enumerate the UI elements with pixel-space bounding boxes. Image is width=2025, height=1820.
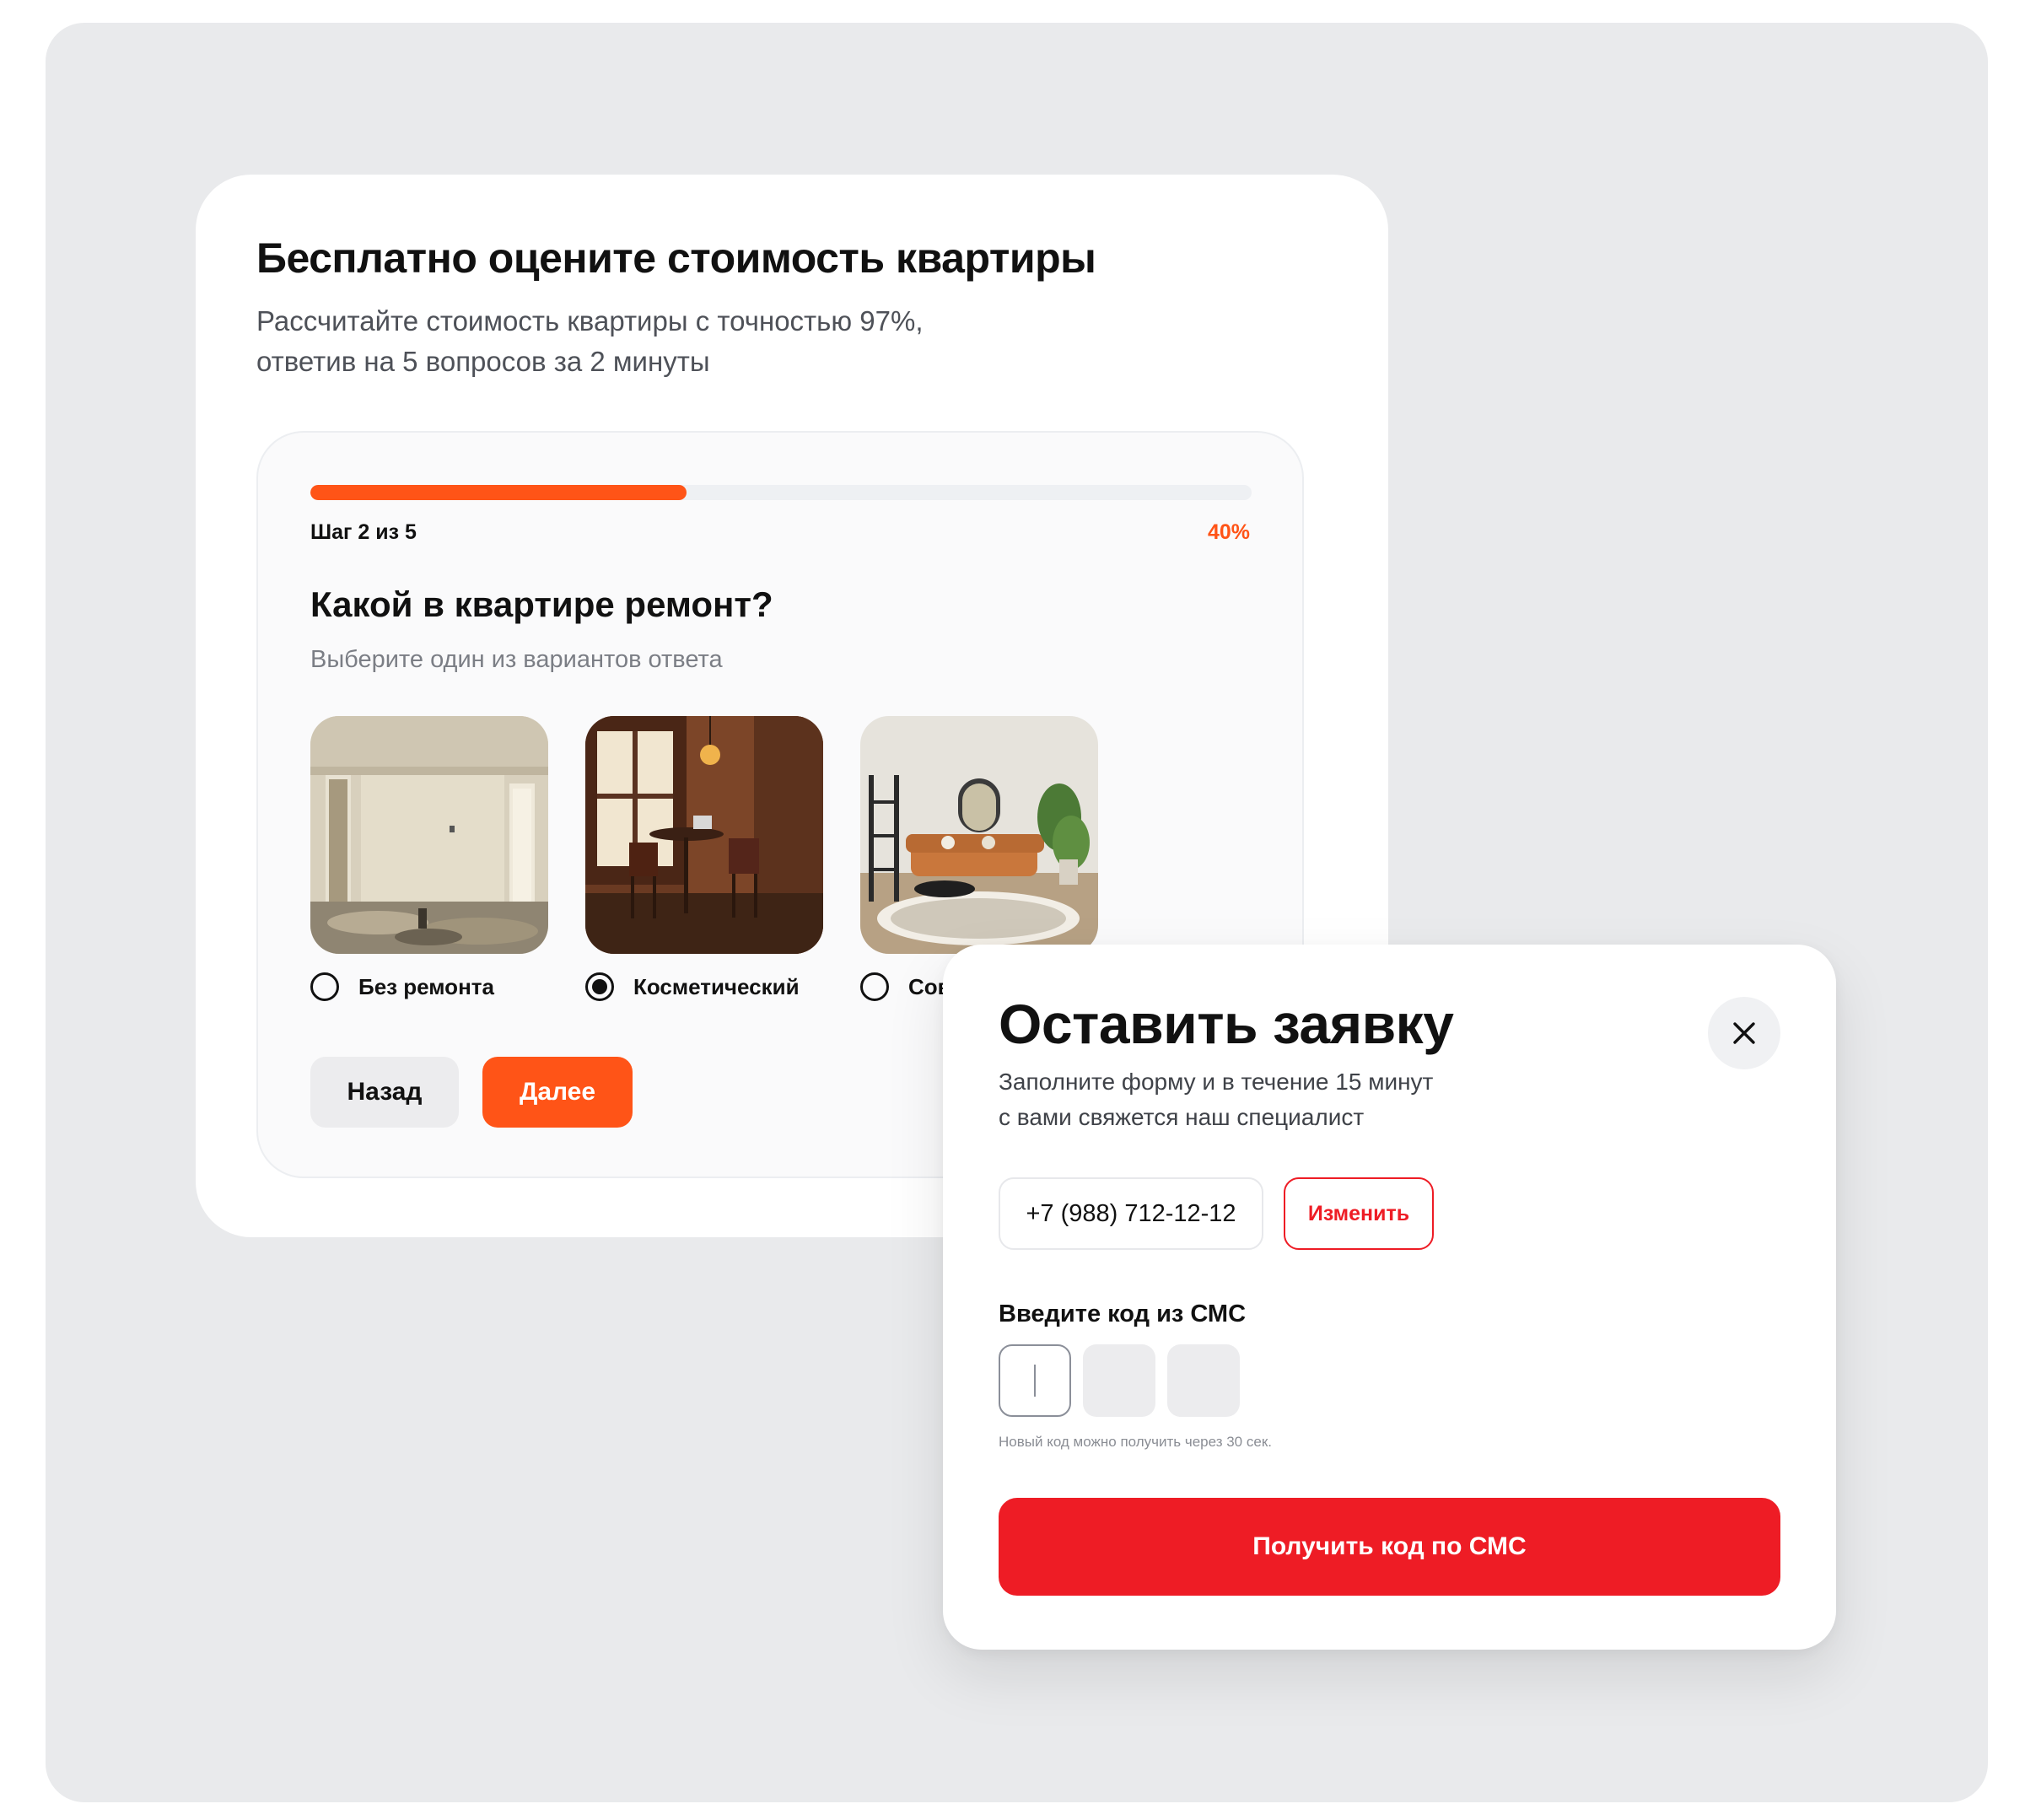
option-cosmetic[interactable]: Косметический: [585, 716, 823, 1003]
option-photo-no-renovation[interactable]: [310, 716, 548, 954]
option-photo-cosmetic[interactable]: [585, 716, 823, 954]
change-phone-button[interactable]: Изменить: [1284, 1177, 1434, 1250]
modal-subtitle-line-2: с вами свяжется наш специалист: [999, 1104, 1365, 1130]
get-sms-code-button[interactable]: Получить код по СМС: [999, 1498, 1780, 1596]
progress-percent: 40%: [1207, 520, 1250, 544]
option-no-renovation[interactable]: Без ремонта: [310, 716, 548, 1003]
progress-bar-fill: [310, 485, 687, 500]
question-hint: Выберите один из вариантов ответа: [310, 646, 723, 673]
sms-code-digit-2[interactable]: [1083, 1344, 1155, 1417]
sms-code-digit-1[interactable]: [999, 1344, 1071, 1417]
modal-subtitle: Заполните форму и в течение 15 минут с в…: [999, 1064, 1589, 1135]
radio-selected-dot: [592, 979, 607, 994]
option-photo-modern[interactable]: [860, 716, 1098, 954]
question-title: Какой в квартире ремонт?: [310, 584, 773, 624]
quiz-subtitle: Рассчитайте стоимость квартиры с точност…: [256, 301, 1100, 382]
sms-code-label: Введите код из СМС: [999, 1300, 1247, 1327]
close-icon: [1733, 1022, 1755, 1044]
text-cursor: [1034, 1365, 1036, 1397]
option-row-cosmetic[interactable]: Косметический: [585, 971, 823, 1003]
option-row-no-renovation[interactable]: Без ремонта: [310, 971, 548, 1003]
resend-timer-note: Новый код можно получить через 30 сек.: [999, 1434, 1272, 1450]
radio-icon[interactable]: [585, 972, 614, 1001]
quiz-title: Бесплатно оцените стоимость квартиры: [256, 234, 1096, 282]
modal-title: Оставить заявку: [999, 993, 1454, 1055]
radio-icon[interactable]: [860, 972, 889, 1001]
progress-bar: [310, 485, 1252, 500]
close-button[interactable]: [1708, 997, 1780, 1069]
modal-subtitle-line-1: Заполните форму и в течение 15 минут: [999, 1069, 1434, 1095]
sms-code-digit-3[interactable]: [1167, 1344, 1240, 1417]
request-modal: Оставить заявку Заполните форму и в тече…: [943, 945, 1836, 1650]
option-label: Без ремонта: [358, 973, 494, 999]
radio-icon[interactable]: [310, 972, 339, 1001]
quiz-subtitle-line-1: Рассчитайте стоимость квартиры с точност…: [256, 305, 924, 337]
phone-field[interactable]: +7 (988) 712-12-12: [999, 1177, 1263, 1250]
quiz-subtitle-line-2: ответив на 5 вопросов за 2 минуты: [256, 346, 710, 377]
step-indicator: Шаг 2 из 5: [310, 520, 417, 544]
option-label: Косметический: [633, 973, 800, 999]
next-button[interactable]: Далее: [482, 1057, 633, 1128]
back-button[interactable]: Назад: [310, 1057, 459, 1128]
